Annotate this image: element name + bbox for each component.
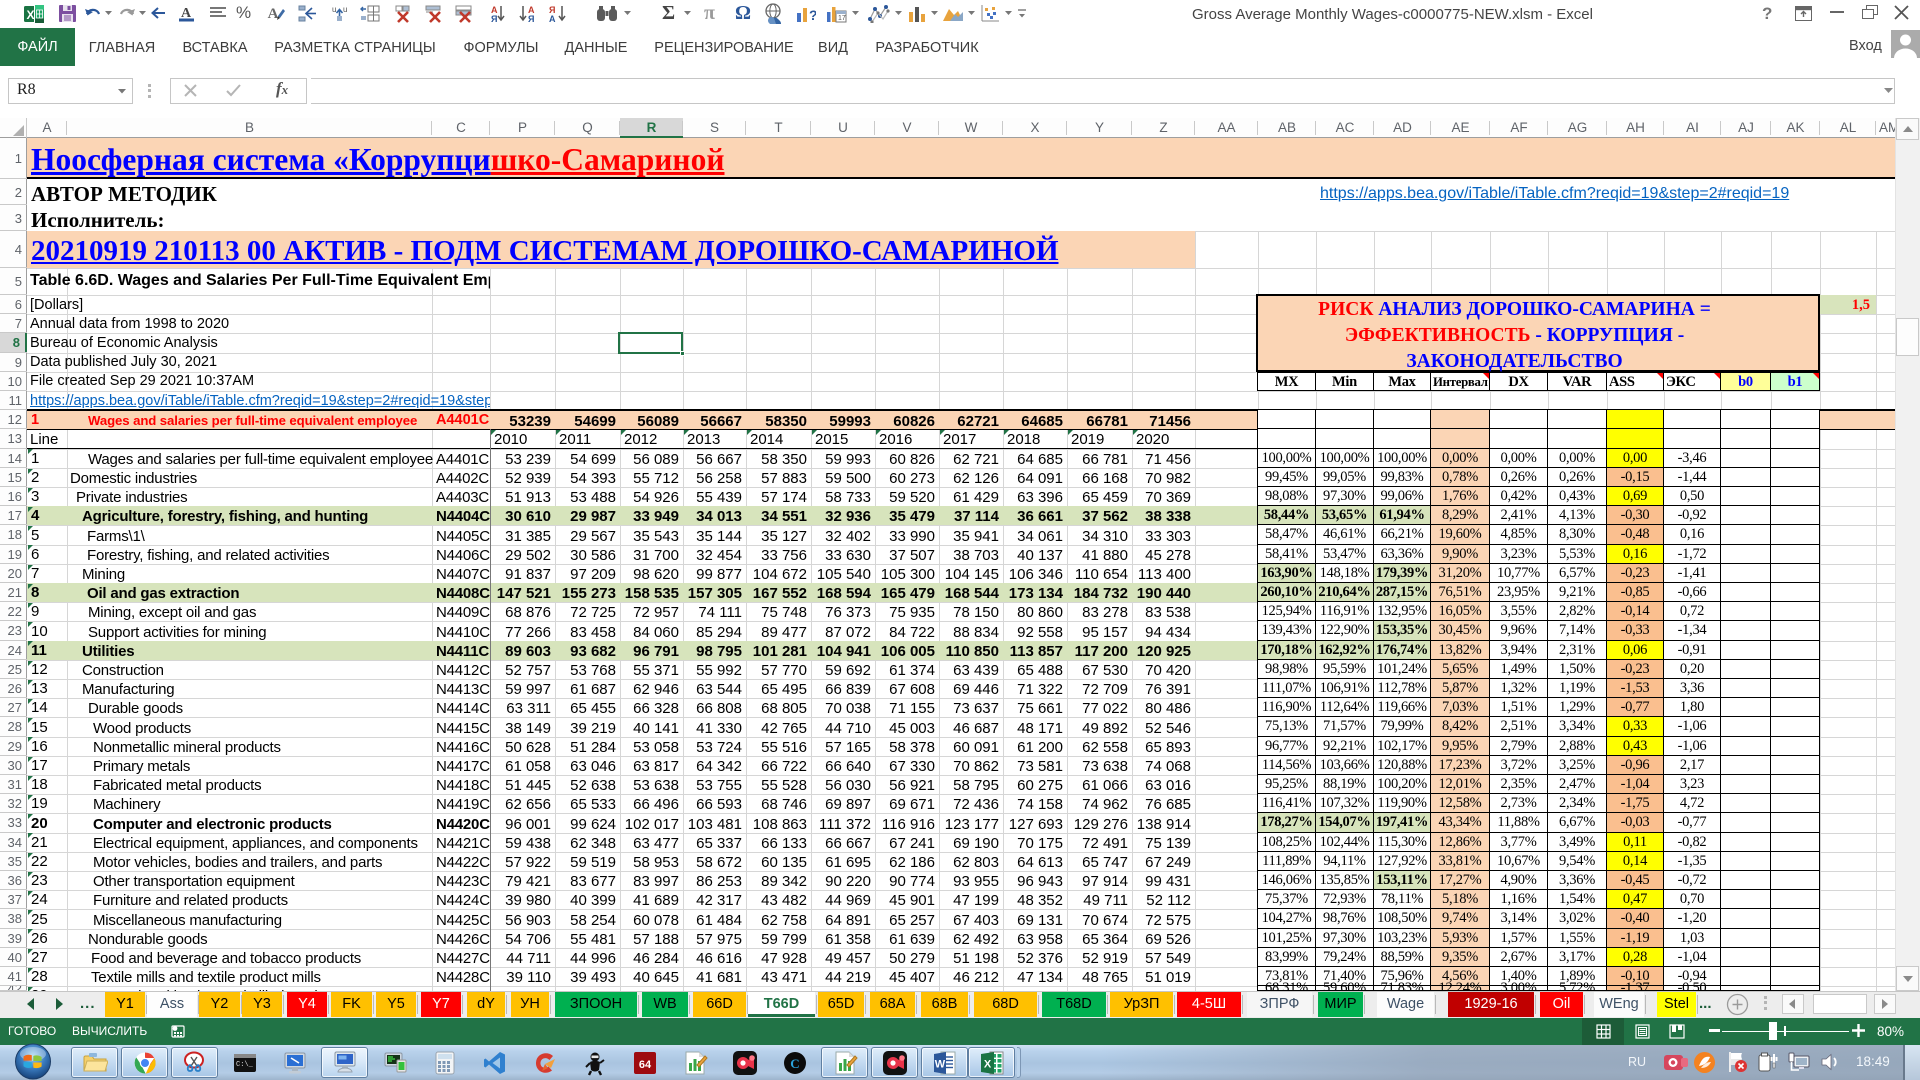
svg-text:X: X [984,1059,992,1071]
svg-text:17: 17 [838,15,846,22]
svg-text:C:\_: C:\_ [236,1061,254,1069]
svg-text:u: u [332,5,336,14]
svg-text:C: C [790,1056,799,1071]
svg-text:А: А [549,14,556,23]
svg-text:A: A [268,6,279,22]
svg-text:u: u [343,5,347,14]
svg-text:?: ? [809,7,816,23]
svg-text:X: X [26,8,34,22]
svg-text:W: W [935,1059,946,1071]
svg-text:64: 64 [639,1059,652,1071]
svg-text:Я: Я [528,14,534,23]
svg-text:Я: Я [491,14,497,23]
